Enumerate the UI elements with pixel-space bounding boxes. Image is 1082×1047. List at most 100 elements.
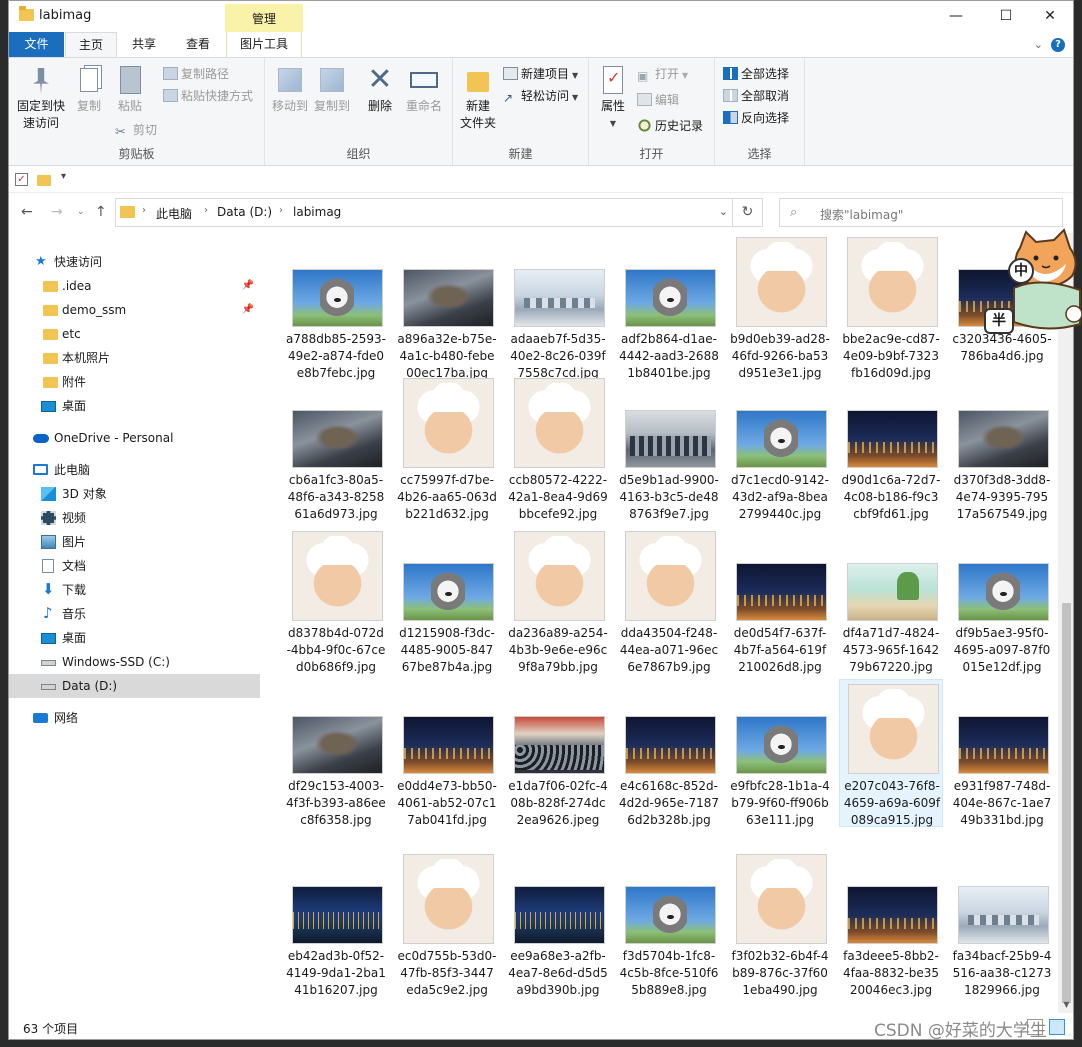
open-button[interactable]: ▣ 打开 ▼ — [637, 64, 688, 84]
image-thumbnail[interactable] — [514, 531, 605, 621]
file-tile[interactable]: ee9a68e3-a2fb-4ea7-8e6d-d5d5a9bd390b.jpg — [506, 850, 610, 998]
vertical-scrollbar[interactable]: ▲ ▼ — [1058, 233, 1073, 1013]
file-tile[interactable]: fa34bacf-25b9-4516-aa38-c12731829966.jpg — [950, 850, 1054, 998]
image-thumbnail[interactable] — [292, 531, 383, 621]
new-folder-button[interactable]: 新建 文件夹 — [455, 62, 501, 132]
file-tile[interactable]: e0dd4e73-bb50-4061-ab52-07c17ab041fd.jpg — [395, 680, 499, 828]
image-thumbnail[interactable] — [292, 716, 383, 774]
recent-locations-chevron-icon[interactable]: ⌄ — [77, 207, 85, 217]
nav-item-etc[interactable]: etc — [9, 322, 260, 346]
file-tile[interactable]: adf2b864-d1ae-4442-aad3-26881b8401be.jpg — [617, 233, 721, 381]
image-thumbnail[interactable] — [736, 410, 827, 468]
file-tile[interactable]: e931f987-748d-404e-867c-1ae749b331bd.jpg — [950, 680, 1054, 828]
nav-item-attachments[interactable]: 附件 — [9, 370, 260, 394]
file-tile[interactable]: e4c6168c-852d-4d2d-965e-71876d2b328b.jpg — [617, 680, 721, 828]
breadcrumb-data-drive[interactable]: Data (D:) — [217, 205, 272, 219]
tab-manage[interactable]: 管理 — [225, 4, 303, 32]
collapse-ribbon-icon[interactable]: ⌄ — [1034, 38, 1043, 51]
file-tile[interactable]: df4a71d7-4824-4573-965f-164279b67220.jpg — [839, 527, 943, 675]
new-item-button[interactable]: 新建项目 ▼ — [503, 64, 578, 84]
file-tile[interactable]: d8378b4d-072d-4bb4-9f0c-67ced0b686f9.jpg — [284, 527, 388, 675]
breadcrumb-this-pc[interactable]: 此电脑 — [156, 205, 192, 222]
image-thumbnail[interactable] — [625, 886, 716, 944]
image-thumbnail[interactable] — [403, 854, 494, 944]
file-tile[interactable]: cb6a1fc3-80a5-48f6-a343-825861a6d973.jpg — [284, 374, 388, 522]
nav-item-local-photos[interactable]: 本机照片 — [9, 346, 260, 370]
file-tile[interactable]: df29c153-4003-4f3f-b393-a86eec8f6358.jpg — [284, 680, 388, 828]
search-box[interactable]: ⌕ 搜索"labimag" — [779, 198, 1063, 227]
file-tile[interactable]: e1da7f06-02fc-408b-828f-274dc2ea9626.jpe… — [506, 680, 610, 828]
nav-item-pictures[interactable]: 图片 — [9, 530, 260, 554]
image-thumbnail[interactable] — [958, 410, 1049, 468]
nav-item-demo-ssm[interactable]: demo_ssm 📌 — [9, 298, 260, 322]
image-thumbnail[interactable] — [403, 378, 494, 468]
file-tile[interactable]: d370f3d8-3dd8-4e74-9395-79517a567549.jpg — [950, 374, 1054, 522]
file-tile[interactable]: ec0d755b-53d0-47fb-85f3-3447eda5c9e2.jpg — [395, 850, 499, 998]
help-icon[interactable]: ? — [1051, 38, 1065, 52]
image-thumbnail[interactable] — [403, 716, 494, 774]
image-thumbnail[interactable] — [625, 269, 716, 327]
nav-item-downloads[interactable]: ⬇ 下载 — [9, 578, 260, 602]
properties-button[interactable]: 属性 ▼ — [593, 62, 633, 132]
pin-to-quick-access-button[interactable]: 固定到快 速访问 — [13, 62, 69, 132]
history-button[interactable]: 历史记录 — [637, 116, 703, 136]
image-thumbnail[interactable] — [736, 716, 827, 774]
scroll-down-arrow-icon[interactable]: ▼ — [1058, 1000, 1073, 1009]
select-all-button[interactable]: 全部选择 — [723, 64, 789, 84]
forward-arrow-icon[interactable]: → — [51, 204, 63, 220]
paste-shortcut-button[interactable]: 粘贴快捷方式 — [163, 86, 253, 106]
pin-icon[interactable]: 📌 — [242, 298, 254, 322]
new-folder-small-icon[interactable] — [37, 175, 51, 186]
image-thumbnail[interactable] — [736, 563, 827, 621]
file-tile[interactable]: f3f02b32-6b4f-4b89-876c-37f601eba490.jpg — [728, 850, 832, 998]
file-tile[interactable]: a896a32e-b75e-4a1c-b480-febe00ec17ba.jpg — [395, 233, 499, 381]
image-thumbnail[interactable] — [847, 563, 938, 621]
tab-share[interactable]: 共享 — [118, 32, 170, 57]
nav-network[interactable]: 网络 — [9, 706, 260, 730]
file-tile[interactable]: e207c043-76f8-4659-a69a-609f089ca915.jpg — [839, 679, 943, 827]
image-thumbnail[interactable] — [514, 378, 605, 468]
file-tile[interactable]: ccb80572-4222-42a1-8ea4-9d69bbcefe92.jpg — [506, 374, 610, 522]
nav-item-desktop-quick[interactable]: 桌面 — [9, 394, 260, 418]
pin-icon[interactable]: 📌 — [242, 274, 254, 298]
edit-button[interactable]: 编辑 — [637, 90, 679, 110]
image-thumbnail[interactable] — [625, 716, 716, 774]
image-thumbnail[interactable] — [625, 531, 716, 621]
image-thumbnail[interactable] — [403, 563, 494, 621]
minimize-button[interactable]: — — [933, 1, 979, 32]
file-tile[interactable]: eb42ad3b-0f52-4149-9da1-2ba141b16207.jpg — [284, 850, 388, 998]
image-thumbnail[interactable] — [736, 854, 827, 944]
tab-picture-tools[interactable]: 图片工具 — [226, 32, 302, 57]
tab-home[interactable]: 主页 — [65, 32, 117, 58]
nav-this-pc[interactable]: 此电脑 — [9, 458, 260, 482]
image-thumbnail[interactable] — [848, 684, 939, 774]
file-tile[interactable]: df9b5ae3-95f0-4695-a097-87f0015e12df.jpg — [950, 527, 1054, 675]
easy-access-button[interactable]: ↗ 轻松访问 ▼ — [503, 86, 578, 106]
tab-view[interactable]: 查看 — [170, 32, 226, 57]
close-button[interactable]: ✕ — [1027, 1, 1073, 32]
rename-button[interactable]: 重命名 — [401, 62, 447, 115]
file-tile[interactable]: d90d1c6a-72d7-4c08-b186-f9c3cbf9fd61.jpg — [839, 374, 943, 522]
paste-button[interactable]: 粘贴 — [109, 62, 151, 115]
file-tile[interactable]: cc75997f-d7be-4b26-aa65-063db221d632.jpg — [395, 374, 499, 522]
nav-item-3d-objects[interactable]: 3D 对象 — [9, 482, 260, 506]
file-tile[interactable]: fa3deee5-8bb2-4faa-8832-be3520046ec3.jpg — [839, 850, 943, 998]
address-dropdown-icon[interactable]: ⌄ — [719, 205, 728, 218]
image-thumbnail[interactable] — [514, 716, 605, 774]
copy-path-button[interactable]: 复制路径 — [163, 64, 229, 84]
file-tile[interactable]: dda43504-f248-44ea-a071-96ec6e7867b9.jpg — [617, 527, 721, 675]
properties-check-icon[interactable]: ✓ — [15, 173, 28, 186]
large-icons-view-icon[interactable] — [1049, 1019, 1065, 1035]
file-tile[interactable]: adaaeb7f-5d35-40e2-8c26-039f7558c7cd.jpg — [506, 233, 610, 381]
back-arrow-icon[interactable]: ← — [21, 204, 33, 220]
nav-onedrive[interactable]: OneDrive - Personal — [9, 426, 260, 450]
file-tile[interactable]: e9fbfc28-1b1a-4b79-9f60-ff906b63e111.jpg — [728, 680, 832, 828]
up-arrow-icon[interactable]: ↑ — [95, 204, 107, 220]
scrollbar-thumb[interactable] — [1062, 603, 1071, 1003]
image-thumbnail[interactable] — [625, 410, 716, 468]
copy-to-button[interactable]: 复制到 — [311, 62, 353, 115]
image-thumbnail[interactable] — [514, 886, 605, 944]
file-tile[interactable]: de0d54f7-637f-4b7f-a564-619f210026d8.jpg — [728, 527, 832, 675]
image-thumbnail[interactable] — [958, 563, 1049, 621]
file-tile[interactable]: a788db85-2593-49e2-a874-fde0e8b7febc.jpg — [284, 233, 388, 381]
